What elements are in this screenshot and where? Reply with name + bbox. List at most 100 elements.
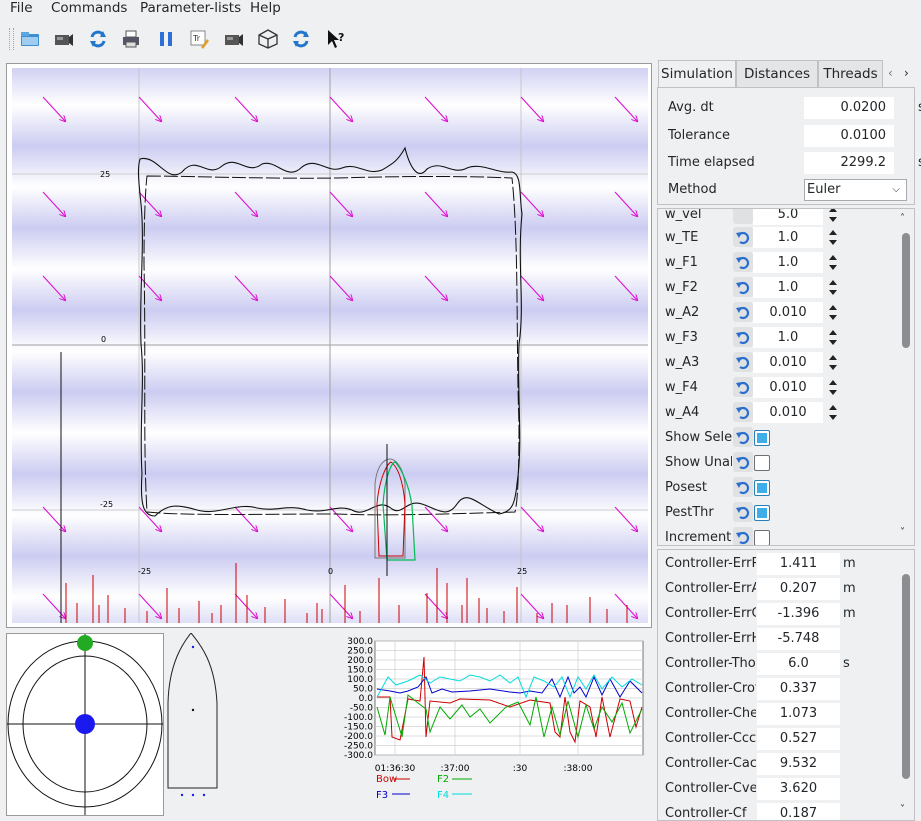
map-canvas: 25 0 -25 -25 0 25 [12,68,648,623]
time-elapsed-value: 2299.2 [804,152,894,174]
checkbox[interactable] [754,505,770,521]
reset-icon[interactable] [733,427,753,447]
timeplot-y-tick-label: 250.0 [347,647,373,657]
spinbox-arrows-icon[interactable] [825,327,841,348]
reset-icon[interactable] [733,252,753,272]
spinbox-arrows-icon[interactable] [825,302,841,323]
param-value[interactable]: 0.010 [753,302,823,323]
thrust-timeplot[interactable]: 300.0 250.0 200.0 150.0 100.0 50.0 0.0 -50.0 -10… [330,637,648,807]
camera-icon[interactable] [50,26,76,52]
reset-icon[interactable] [733,402,753,422]
spinbox-arrows-icon[interactable] [825,377,841,398]
tab-threads[interactable]: Threads [818,60,883,87]
param-value[interactable]: 1.0 [753,327,823,348]
scrollbar-thumb[interactable] [902,574,910,779]
spinbox-arrows-icon[interactable] [825,252,841,273]
svg-text:?: ? [338,31,344,44]
reset-icon[interactable] [733,352,753,372]
checkbox[interactable] [754,530,770,545]
menu-commands[interactable]: Commands [51,0,127,16]
reset-icon[interactable] [733,277,753,297]
pause-icon[interactable] [153,26,179,52]
toolbar-grip[interactable] [9,28,14,50]
scrollbar-thumb[interactable] [902,233,910,348]
scroll-up-icon[interactable]: ˄ [900,213,905,224]
tab-scroll-right-icon[interactable]: › [904,66,909,80]
timeplot-y-tick-label: -50.0 [350,704,374,714]
vessel-view [163,632,223,803]
x-tick-label: 0 [328,567,333,576]
checkbox-row: Show Selected [665,426,901,451]
refresh-icon[interactable] [85,26,111,52]
avg-dt-value: 0.0200 [804,97,894,119]
open-folder-icon[interactable] [17,26,43,52]
cube-icon[interactable] [255,26,281,52]
param-value[interactable]: 1.0 [753,252,823,273]
reset-icon[interactable] [733,452,753,472]
param-label: w_F1 [665,255,698,270]
menu-parameter-lists[interactable]: Parameter-lists [140,0,241,16]
edit-text-icon[interactable]: Tr [186,26,212,52]
reset-icon[interactable] [733,209,753,224]
reset-icon[interactable] [733,502,753,522]
method-select[interactable]: Euler ⌵ [804,179,907,201]
tab-simulation[interactable]: Simulation [658,60,736,89]
tab-distances[interactable]: Distances [736,60,818,87]
controller-scrollbar[interactable]: ˅ [899,554,911,820]
reset-icon[interactable] [733,377,753,397]
param-value[interactable]: 1.0 [753,277,823,298]
reset-icon[interactable] [733,527,753,545]
timeplot-y-ticks: 300.0250.0200.0150.0100.050.00.0-50.0-10… [344,637,373,761]
timeplot-y-tick-label: -200.0 [344,732,373,742]
param-label: w_A2 [665,305,700,320]
controller-unit: m [843,606,856,621]
spinbox-arrows-icon[interactable] [825,402,841,423]
spinbox-arrows-icon[interactable] [825,209,841,225]
param-row: w_F3 1.0 [665,326,901,351]
reset-icon[interactable] [733,327,753,347]
legend-bow: Bow [376,774,397,785]
whats-this-icon[interactable]: ? [323,26,349,52]
method-label: Method [668,182,717,197]
menu-file[interactable]: File [10,0,33,16]
param-label: w_TE [665,230,699,245]
map-plot[interactable]: 25 0 -25 -25 0 25 [6,63,652,628]
reset-icon[interactable] [733,477,753,497]
tab-scroll-left-icon[interactable]: ‹ [888,66,893,80]
param-row: w_F1 1.0 [665,251,901,276]
controller-row: Controller-ErrPos1.411m [665,552,901,577]
controller-value: 0.207 [757,578,840,600]
controller-value: 9.532 [757,753,840,775]
param-value[interactable]: 1.0 [753,227,823,248]
checkbox[interactable] [754,430,770,446]
checkbox[interactable] [754,455,770,471]
param-value[interactable]: 0.010 [753,352,823,373]
printer-icon[interactable] [118,26,144,52]
spinbox-arrows-icon[interactable] [825,277,841,298]
controller-list[interactable]: Controller-ErrPos1.411mController-ErrAcr… [657,549,915,821]
scroll-down-icon[interactable]: ˅ [900,527,905,538]
param-label: w_F4 [665,380,698,395]
reset-icon[interactable] [733,227,753,247]
refresh2-icon[interactable] [288,26,314,52]
reset-icon[interactable] [733,302,753,322]
controller-row: Controller-Thorizon6.0s [665,652,901,677]
timeplot-y-tick-label: 200.0 [347,656,373,666]
y-tick-label: 25 [100,170,110,179]
controller-row: Controller-Ccc 0.527 [665,727,901,752]
spinbox-arrows-icon[interactable] [825,227,841,248]
menu-help[interactable]: Help [250,0,281,16]
spinbox-arrows-icon[interactable] [825,352,841,373]
checkbox[interactable] [754,480,770,496]
param-value[interactable]: 5.0 [753,209,823,225]
param-value[interactable]: 0.010 [753,377,823,398]
param-row: w_TE 1.0 [665,226,901,251]
param-value[interactable]: 0.010 [753,402,823,423]
scroll-down-icon[interactable]: ˅ [900,804,905,815]
timeplot-y-tick-label: 100.0 [347,675,373,685]
timeplot-y-tick-label: -100.0 [344,713,373,723]
param-scrollbar[interactable]: ˄ ˅ [899,213,911,543]
controller-value: 6.0 [757,653,840,675]
parameter-list[interactable]: w_vel 5.0 w_TE 1.0 w_F1 1.0 w_F2 1.0 w_A2 0.010… [657,208,915,546]
camera2-icon[interactable] [220,26,246,52]
